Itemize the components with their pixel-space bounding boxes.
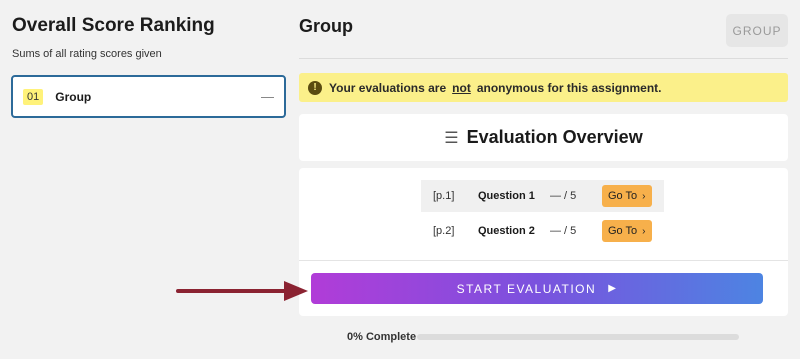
notice-text-post: anonymous for this assignment. bbox=[476, 80, 662, 95]
goto-question-2-button[interactable]: Go To › bbox=[602, 220, 652, 242]
rank-number-badge: 01 bbox=[23, 88, 44, 105]
warning-icon: ! bbox=[308, 80, 322, 95]
anonymity-notice: ! Your evaluations are not anonymous for… bbox=[299, 73, 788, 102]
progress-label: 0% Complete bbox=[347, 331, 417, 343]
ranking-subtitle: Sums of all rating scores given bbox=[12, 48, 162, 60]
notice-text-emphasis: not bbox=[452, 80, 471, 95]
goto-question-1-button[interactable]: Go To › bbox=[602, 185, 652, 207]
rank-name: Group bbox=[55, 89, 92, 104]
question-name: Question 1 bbox=[478, 190, 535, 202]
start-evaluation-label: START EVALUATION bbox=[456, 281, 597, 296]
question-score: — / 5 bbox=[550, 190, 577, 202]
goto-label: Go To bbox=[608, 190, 638, 202]
group-button[interactable]: GROUP bbox=[726, 14, 788, 47]
questions-card: [p.1] Question 1 — / 5 Go To › [p.2] Que… bbox=[299, 168, 788, 316]
progress-bar bbox=[417, 334, 739, 340]
ranking-panel: Overall Score Ranking Sums of all rating… bbox=[0, 0, 292, 359]
menu-icon[interactable]: ☰ bbox=[444, 128, 458, 148]
ranking-item-group[interactable]: 01 Group — bbox=[11, 75, 286, 118]
start-evaluation-button[interactable]: START EVALUATION ▶ bbox=[311, 273, 763, 304]
question-row: [p.2] Question 2 — / 5 Go To › bbox=[421, 215, 664, 247]
ranking-title: Overall Score Ranking bbox=[12, 15, 215, 36]
annotation-arrow-icon bbox=[176, 281, 308, 301]
header-divider bbox=[299, 58, 788, 59]
question-name: Question 2 bbox=[478, 225, 535, 237]
overview-title: Evaluation Overview bbox=[466, 127, 643, 147]
play-icon: ▶ bbox=[608, 283, 618, 294]
chevron-right-icon: › bbox=[642, 225, 646, 237]
chevron-right-icon: › bbox=[642, 190, 646, 202]
notice-text-pre: Your evaluations are bbox=[329, 80, 447, 95]
page-title: Group bbox=[299, 16, 353, 36]
divider bbox=[299, 260, 788, 261]
question-page: [p.1] bbox=[433, 190, 455, 202]
goto-label: Go To bbox=[608, 225, 638, 237]
question-page: [p.2] bbox=[433, 225, 455, 237]
rank-score: — bbox=[261, 89, 274, 104]
evaluation-overview-header: ☰ Evaluation Overview bbox=[299, 114, 788, 161]
question-score: — / 5 bbox=[550, 225, 577, 237]
question-row: [p.1] Question 1 — / 5 Go To › bbox=[421, 180, 664, 212]
